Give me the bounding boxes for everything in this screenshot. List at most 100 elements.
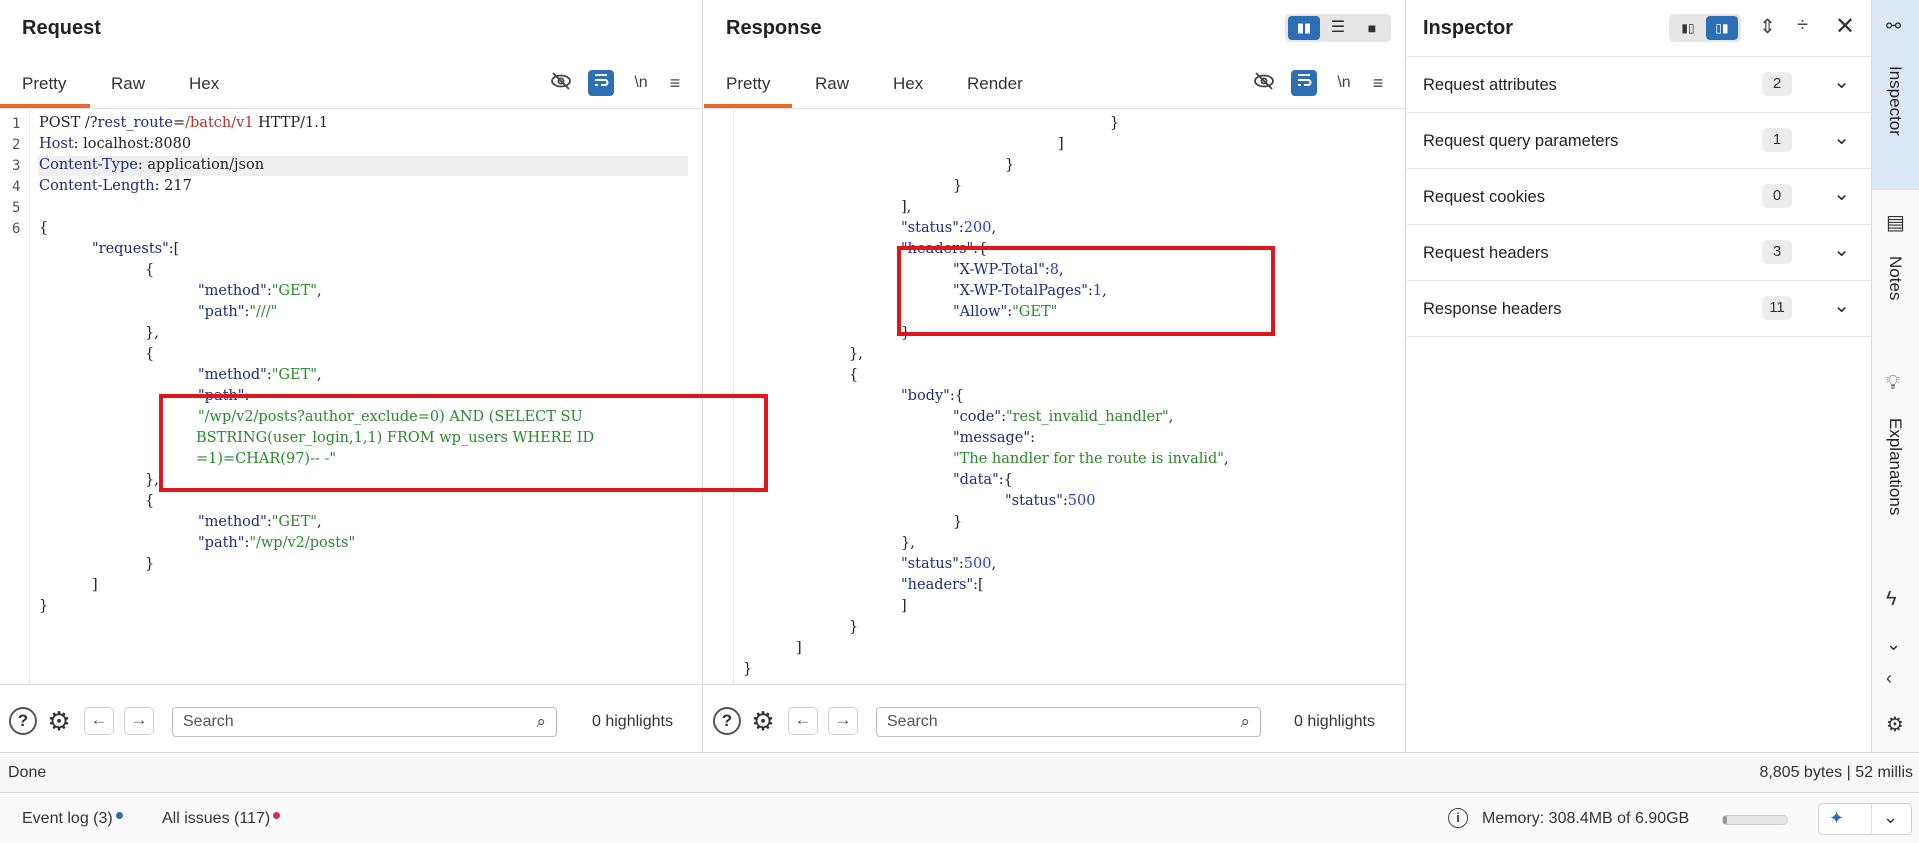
rail-tab-inspector[interactable]: ⚯ Inspector — [1872, 0, 1919, 190]
settings-gear-icon[interactable]: ⚙ — [749, 707, 777, 735]
forward-arrow-icon[interactable]: → — [828, 707, 858, 735]
search-placeholder: Search — [183, 713, 234, 730]
code-line: } — [1110, 115, 1120, 131]
row-label: Request cookies — [1423, 188, 1545, 206]
chevron-down-icon[interactable]: ⌄ — [1833, 293, 1850, 318]
inspector-layout-toggle: ▮▯ ▯▮ — [1669, 14, 1741, 42]
search-icon: ⌕ — [1240, 712, 1250, 731]
code-line: { — [39, 220, 49, 236]
wrap-lines-icon[interactable] — [588, 70, 614, 96]
request-tabs: Pretty Raw Hex \n ≡ — [0, 56, 702, 109]
newline-toggle[interactable]: \n — [628, 70, 654, 96]
chevron-left-icon[interactable]: ‹ — [1886, 668, 1892, 689]
tab-raw[interactable]: Raw — [815, 74, 849, 94]
search-icon: ⌕ — [536, 712, 546, 731]
inspector-title: Inspector — [1423, 17, 1514, 39]
request-search-input[interactable]: Search ⌕ — [172, 707, 557, 737]
row-count-badge: 11 — [1762, 296, 1792, 320]
inspector-row-response-headers[interactable]: Response headers 11 ⌄ — [1407, 281, 1870, 337]
rail-tab-notes[interactable]: ▤ Notes — [1872, 200, 1919, 320]
bottom-bar: Event log (3) All issues (117) i Memory:… — [0, 792, 1919, 843]
active-tab-indicator — [0, 104, 90, 108]
response-footer: ? ⚙ ← → Search ⌕ 0 highlights — [704, 684, 1405, 752]
layout-left-icon[interactable]: ▮▯ — [1672, 16, 1704, 40]
chevron-down-icon[interactable]: ⌄ — [1833, 181, 1850, 206]
rail-tab-explanations[interactable]: 💡︎ Explanations — [1872, 366, 1919, 546]
chevron-down-icon[interactable]: ⌄ — [1883, 807, 1898, 828]
tab-hex[interactable]: Hex — [189, 74, 219, 94]
chevron-down-icon[interactable]: ⌄ — [1833, 237, 1850, 262]
code-line: ] — [901, 598, 907, 614]
line-number: 5 — [12, 200, 21, 216]
line-gutter — [0, 110, 30, 685]
ai-assistant-control: ✦ ⌄ — [1818, 803, 1912, 835]
line-number: 1 — [12, 116, 21, 132]
line-number: 4 — [12, 179, 21, 195]
back-arrow-icon[interactable]: ← — [84, 707, 114, 735]
menu-icon[interactable]: ≡ — [662, 70, 688, 96]
status-text: Done — [8, 764, 47, 781]
code-line: "status":200, — [901, 220, 997, 236]
layout-single-icon[interactable]: ■ — [1356, 16, 1388, 40]
chevron-down-icon[interactable]: ⌄ — [1886, 634, 1901, 655]
collapse-all-icon[interactable]: ÷ — [1797, 14, 1808, 37]
wrap-lines-icon[interactable] — [1291, 70, 1317, 96]
status-bar: Done 8,805 bytes | 52 millis — [0, 752, 1919, 792]
row-label: Request query parameters — [1423, 132, 1619, 150]
layout-toggle: ▮▮ ☰ ■ — [1285, 14, 1391, 42]
forward-arrow-icon[interactable]: → — [124, 707, 154, 735]
code-line: } — [953, 178, 963, 194]
settings-gear-icon[interactable]: ⚙ — [1886, 712, 1904, 737]
layout-right-icon[interactable]: ▯▮ — [1706, 16, 1738, 40]
memory-progress-fill — [1723, 816, 1727, 824]
code-line: }, — [849, 346, 863, 362]
inspector-row-query-parameters[interactable]: Request query parameters 1 ⌄ — [1407, 113, 1870, 169]
code-line: }, — [145, 472, 159, 488]
chevron-down-icon[interactable]: ⌄ — [1833, 125, 1850, 150]
layout-side-by-side-icon[interactable]: ▮▮ — [1288, 16, 1320, 40]
settings-gear-icon[interactable]: ⚙ — [45, 707, 73, 735]
event-log-link[interactable]: Event log (3) — [22, 810, 123, 828]
tab-pretty[interactable]: Pretty — [22, 74, 66, 94]
all-issues-link[interactable]: All issues (117) — [162, 810, 281, 828]
line-number: 6 — [12, 221, 21, 237]
tab-raw[interactable]: Raw — [111, 74, 145, 94]
request-pane: Request Pretty Raw Hex \n ≡ 1 2 3 4 5 6 … — [0, 0, 703, 752]
response-search-input[interactable]: Search ⌕ — [876, 707, 1261, 737]
lightning-icon[interactable]: ϟ — [1886, 588, 1897, 611]
row-label: Request headers — [1423, 244, 1549, 262]
inspector-row-request-cookies[interactable]: Request cookies 0 ⌄ — [1407, 169, 1870, 225]
layout-stacked-icon[interactable]: ☰ — [1322, 16, 1354, 40]
row-count-badge: 2 — [1762, 72, 1792, 96]
code-line: } — [39, 598, 49, 614]
row-label: Request attributes — [1423, 76, 1557, 94]
header-line: Content-Type: application/json — [39, 157, 265, 173]
highlights-count: 0 highlights — [592, 713, 673, 730]
code-line: ], — [901, 199, 912, 215]
code-line: } — [743, 661, 753, 677]
inspector-row-request-headers[interactable]: Request headers 3 ⌄ — [1407, 225, 1870, 281]
side-rail: ⚯ Inspector ▤ Notes 💡︎ Explanations ϟ ⌄ … — [1871, 0, 1919, 752]
hide-eye-icon[interactable] — [548, 70, 574, 96]
code-line: "method":"GET", — [198, 514, 322, 530]
tab-render[interactable]: Render — [967, 74, 1023, 94]
back-arrow-icon[interactable]: ← — [788, 707, 818, 735]
tab-pretty[interactable]: Pretty — [726, 74, 770, 94]
hide-eye-icon[interactable] — [1251, 70, 1277, 96]
code-line: ] — [92, 577, 98, 593]
response-editor[interactable]: } ] } } ], "status":200, "headers":{ "X-… — [704, 110, 1405, 685]
expand-all-icon[interactable]: ⇕ — [1759, 14, 1776, 39]
menu-icon[interactable]: ≡ — [1365, 70, 1391, 96]
annotation-box-response-headers — [897, 246, 1275, 336]
memory-progress-bar — [1722, 815, 1788, 825]
inspector-row-request-attributes[interactable]: Request attributes 2 ⌄ — [1407, 57, 1870, 113]
close-icon[interactable]: ✕ — [1835, 12, 1855, 41]
newline-toggle[interactable]: \n — [1331, 70, 1357, 96]
ai-sparkle-icon[interactable]: ✦ — [1829, 808, 1844, 829]
code-line: "status":500 — [1005, 493, 1096, 509]
help-icon[interactable]: ? — [713, 707, 741, 735]
chevron-down-icon[interactable]: ⌄ — [1833, 69, 1850, 94]
memory-usage: Memory: 308.4MB of 6.90GB — [1482, 810, 1690, 827]
tab-hex[interactable]: Hex — [893, 74, 923, 94]
help-icon[interactable]: ? — [9, 707, 37, 735]
